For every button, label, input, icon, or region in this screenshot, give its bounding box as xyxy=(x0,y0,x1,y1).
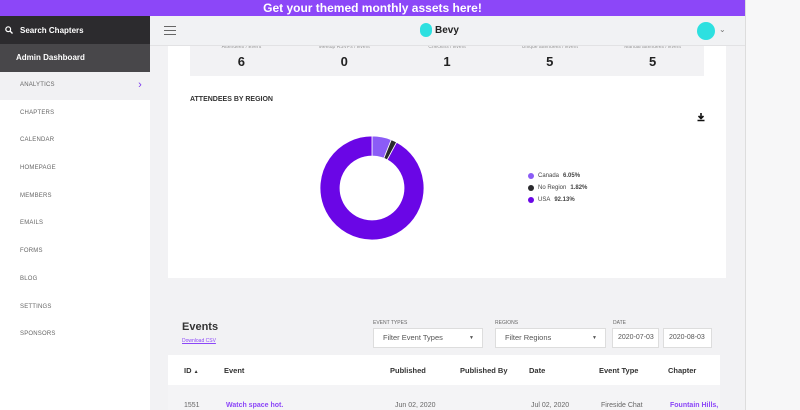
col-id[interactable]: ID ▲ xyxy=(184,366,199,375)
caret-down-icon: ▼ xyxy=(592,335,597,341)
select-value: Filter Event Types xyxy=(383,333,443,342)
stat-label: Attendees / Event xyxy=(221,46,262,50)
select-value: Filter Regions xyxy=(505,333,552,342)
cell-event-type: Fireside Chat xyxy=(601,402,643,409)
banner-text: Get your themed monthly assets here! xyxy=(263,1,482,15)
donut-chart xyxy=(319,135,425,241)
stat: Checkins / Event 1 xyxy=(396,46,499,76)
stat: Meetup RSVPs / Event 0 xyxy=(293,46,396,76)
sidebar-item-settings[interactable]: SETTINGS xyxy=(0,294,150,322)
events-title: Events xyxy=(182,321,219,333)
legend-name: Canada xyxy=(538,173,560,179)
hamburger-menu-icon[interactable] xyxy=(164,26,176,35)
stat: Attendees / Event 6 xyxy=(190,46,293,76)
date-from-input[interactable]: 2020-07-03 xyxy=(612,328,659,348)
chart-title: ATTENDEES BY REGION xyxy=(190,96,273,103)
download-csv-link[interactable]: Download CSV xyxy=(182,338,216,344)
legend-pct: 6.05% xyxy=(563,173,581,179)
cell-published: Jun 02, 2020 xyxy=(395,402,436,409)
event-types-label: EVENT TYPES xyxy=(373,320,408,326)
page-margin xyxy=(745,0,800,410)
stat-value: 5 xyxy=(648,54,657,69)
event-types-select[interactable]: Filter Event Types ▼ xyxy=(373,328,483,348)
search-icon xyxy=(5,26,13,34)
search-label: Search Chapters xyxy=(20,25,84,35)
cell-date: Jul 02, 2020 xyxy=(531,402,570,409)
logo-icon xyxy=(420,23,432,37)
admin-dashboard[interactable]: Admin Dashboard xyxy=(0,44,150,72)
chevron-right-icon: › xyxy=(138,79,142,91)
date-to-input[interactable]: 2020-08-03 xyxy=(663,328,712,348)
chevron-down-icon[interactable]: ⌄ xyxy=(719,25,726,34)
col-date[interactable]: Date xyxy=(529,366,545,375)
stat-value: 0 xyxy=(340,54,348,69)
stat-value: 1 xyxy=(443,54,451,69)
legend-name: No Region xyxy=(538,185,567,191)
bevy-logo[interactable]: Bevy xyxy=(420,23,459,37)
sort-asc-icon: ▲ xyxy=(193,369,199,375)
col-chapter[interactable]: Chapter xyxy=(668,366,696,375)
legend-item[interactable]: Canada 6.05% xyxy=(528,170,587,182)
sidebar-item-calendar[interactable]: CALENDAR xyxy=(0,127,150,155)
date-label: DATE xyxy=(613,320,626,326)
sidebar: Search Chapters Admin Dashboard ANALYTIC… xyxy=(0,16,150,410)
chart-legend: Canada 6.05% No Region 1.82% USA 92.13% xyxy=(528,170,587,206)
stat-label: Checkins / Event xyxy=(428,46,466,50)
stat-value: 5 xyxy=(546,54,554,69)
stat-label: Meetup RSVPs / Event xyxy=(318,46,370,50)
sidebar-item-emails[interactable]: EMAILS xyxy=(0,210,150,238)
cell-id: 1551 xyxy=(184,402,200,409)
regions-select[interactable]: Filter Regions ▼ xyxy=(495,328,606,348)
stat-label: Manual attendees / Event xyxy=(624,46,681,50)
promo-banner[interactable]: Get your themed monthly assets here! xyxy=(0,0,745,16)
stat-value: 6 xyxy=(237,54,246,69)
table-header: ID ▲ Event Published Published By Date E… xyxy=(168,355,720,385)
sidebar-item-forms[interactable]: FORMS xyxy=(0,238,150,266)
sidebar-item-analytics[interactable]: ANALYTICS › xyxy=(0,72,150,100)
legend-pct: 1.82% xyxy=(570,185,588,191)
events-table: ID ▲ Event Published Published By Date E… xyxy=(168,355,720,410)
donut-slice-usa[interactable] xyxy=(319,135,425,241)
stat: Unique attendees / Event 5 xyxy=(498,46,601,76)
legend-pct: 92.13% xyxy=(554,197,575,203)
sidebar-item-homepage[interactable]: HOMEPAGE xyxy=(0,155,150,183)
legend-item[interactable]: USA 92.13% xyxy=(528,194,587,206)
brand-name: Bevy xyxy=(435,24,459,36)
legend-swatch xyxy=(528,185,534,191)
download-icon[interactable] xyxy=(696,112,706,122)
cell-chapter-link[interactable]: Fountain Hills, xyxy=(670,402,718,409)
cell-event-link[interactable]: Watch space hot. xyxy=(226,402,283,409)
stat: Manual attendees / Event 5 xyxy=(601,46,704,76)
caret-down-icon: ▼ xyxy=(469,335,474,341)
analytics-card: Attendees / Event 6 Meetup RSVPs / Event 0… xyxy=(168,46,726,278)
legend-swatch xyxy=(528,173,534,179)
top-header: Bevy ⌄ xyxy=(150,16,745,46)
col-published-by[interactable]: Published By xyxy=(460,366,508,375)
legend-name: USA xyxy=(538,197,551,203)
col-published[interactable]: Published xyxy=(390,366,426,375)
legend-item[interactable]: No Region 1.82% xyxy=(528,182,587,194)
legend-swatch xyxy=(528,197,534,203)
col-event-type[interactable]: Event Type xyxy=(599,366,638,375)
avatar[interactable] xyxy=(697,22,715,40)
stat-label: Unique attendees / Event xyxy=(521,46,578,50)
sidebar-item-members[interactable]: MEMBERS xyxy=(0,183,150,211)
sidebar-item-chapters[interactable]: CHAPTERS xyxy=(0,100,150,128)
regions-label: REGIONS xyxy=(495,320,519,326)
sidebar-item-sponsors[interactable]: SPONSORS xyxy=(0,321,150,349)
nav-label: ANALYTICS xyxy=(20,82,55,88)
stats-strip: Attendees / Event 6 Meetup RSVPs / Event 0… xyxy=(190,46,704,76)
sidebar-item-blog[interactable]: BLOG xyxy=(0,266,150,294)
col-label: ID xyxy=(184,366,192,375)
search-chapters[interactable]: Search Chapters xyxy=(0,16,150,44)
col-event[interactable]: Event xyxy=(224,366,244,375)
